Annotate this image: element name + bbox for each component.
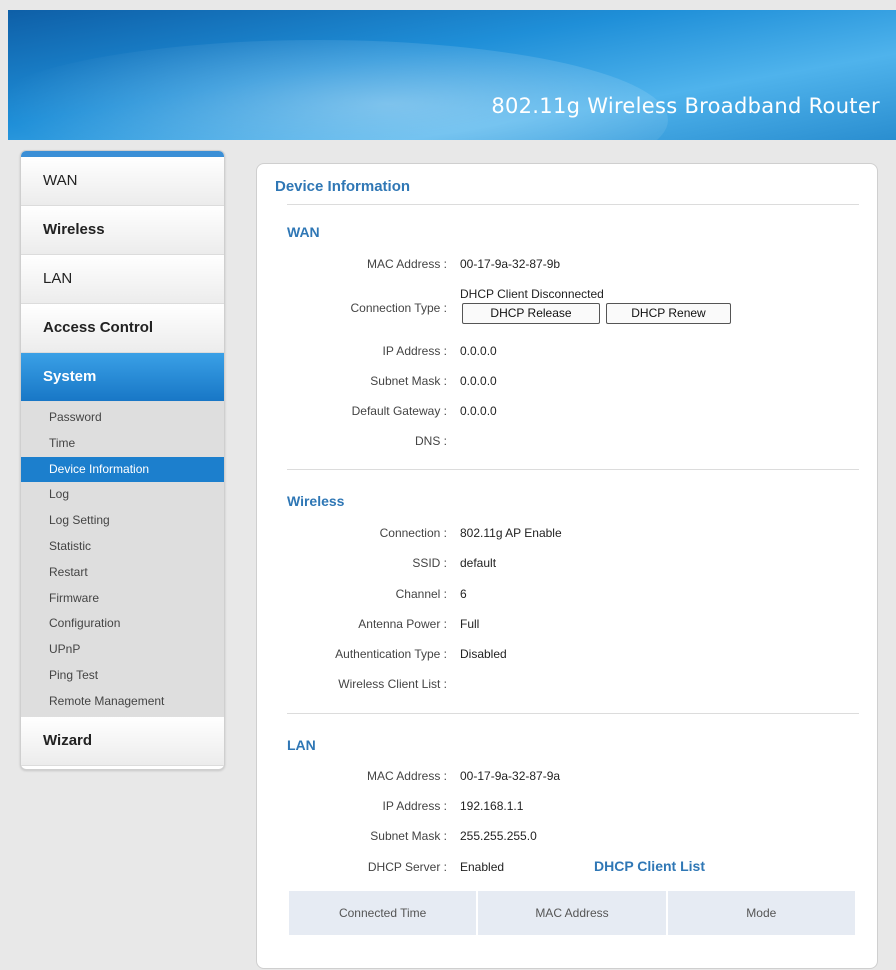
sidebar-item-wireless[interactable]: Wireless	[21, 206, 224, 255]
wireless-auth-type-value: Disabled	[460, 647, 507, 661]
submenu-statistic[interactable]: Statistic	[21, 534, 224, 560]
product-title: 802.11g Wireless Broadband Router	[491, 94, 880, 118]
table-header-mode: Mode	[746, 906, 777, 920]
sidebar-item-access-control[interactable]: Access Control	[21, 304, 224, 353]
wireless-ssid-value: default	[460, 556, 497, 570]
submenu-log-setting[interactable]: Log Setting	[21, 508, 224, 534]
sidebar-item-wizard[interactable]: Wizard	[21, 716, 224, 766]
title-divider	[287, 204, 859, 205]
submenu-restart[interactable]: Restart	[21, 560, 224, 586]
wan-ip-label: IP Address :	[382, 344, 447, 358]
sidebar-item-wan[interactable]: WAN	[21, 157, 224, 206]
wan-subnet-label: Subnet Mask :	[370, 374, 447, 388]
submenu-device-information[interactable]: Device Information	[21, 456, 224, 483]
wan-dns-label: DNS :	[414, 434, 447, 448]
wireless-divider	[287, 713, 859, 714]
wan-ip-value: 0.0.0.0	[460, 344, 497, 358]
wan-subnet-value: 0.0.0.0	[460, 374, 497, 388]
lan-subnet-label: Subnet Mask :	[370, 829, 447, 843]
submenu-upnp[interactable]: UPnP	[21, 637, 224, 663]
dhcp-client-list-link[interactable]: DHCP Client List	[594, 858, 705, 874]
lan-dhcp-server-label: DHCP Server :	[367, 860, 447, 874]
lan-section-title: LAN	[287, 737, 316, 753]
wireless-channel-label: Channel :	[395, 587, 447, 601]
submenu-log[interactable]: Log	[21, 482, 224, 508]
wireless-connection-label: Connection :	[379, 526, 447, 540]
wan-gateway-value: 0.0.0.0	[460, 404, 497, 418]
lan-dhcp-server-value: Enabled	[460, 860, 505, 874]
table-header-mac-address: MAC Address	[478, 891, 668, 935]
table-header-connected-time: Connected Time	[289, 891, 479, 935]
header-banner: 802.11g Wireless Broadband Router	[8, 10, 896, 140]
wireless-connection-value: 802.11g AP Enable	[460, 526, 562, 540]
dhcp-release-button[interactable]: DHCP Release	[462, 303, 600, 324]
lan-mac-value: 00-17-9a-32-87-9a	[460, 769, 561, 783]
wireless-antenna-power-label: Antenna Power :	[358, 617, 447, 631]
lan-ip-label: IP Address :	[382, 799, 447, 813]
wireless-ssid-label: SSID :	[412, 556, 447, 570]
lan-subnet-value: 255.255.255.0	[460, 829, 537, 843]
sidebar-item-lan[interactable]: LAN	[21, 255, 224, 304]
content-panel: Device Information WAN MAC Address : 00-…	[256, 163, 878, 969]
wireless-antenna-power-value: Full	[460, 617, 480, 631]
page-title: Device Information	[275, 178, 411, 195]
wan-section-title: WAN	[287, 224, 320, 240]
submenu-configuration[interactable]: Configuration	[21, 611, 224, 637]
submenu-firmware[interactable]: Firmware	[21, 586, 224, 612]
lan-mac-label: MAC Address :	[366, 769, 447, 783]
wan-mac-value: 00-17-9a-32-87-9b	[460, 257, 561, 271]
header-decoration	[8, 40, 668, 140]
submenu-remote-management[interactable]: Remote Management	[21, 689, 224, 715]
submenu-time[interactable]: Time	[21, 431, 224, 457]
sidebar-item-system[interactable]: System	[21, 353, 224, 402]
dhcp-renew-button[interactable]: DHCP Renew	[606, 303, 731, 324]
wireless-client-list-label: Wireless Client List :	[338, 677, 447, 691]
submenu-ping-test[interactable]: Ping Test	[21, 663, 224, 689]
dhcp-client-table: Connected Time MAC Address Mode	[289, 891, 855, 935]
sidebar-nav: WAN Wireless LAN Access Control System P…	[20, 150, 225, 770]
wireless-auth-type-label: Authentication Type :	[335, 647, 447, 661]
wan-divider	[287, 469, 859, 470]
system-submenu: Password Time Device Information Log Log…	[21, 402, 224, 717]
lan-ip-value: 192.168.1.1	[460, 799, 524, 813]
wireless-section-title: Wireless	[287, 493, 345, 509]
wan-connection-type-value: DHCP Client Disconnected	[460, 287, 604, 301]
wireless-channel-value: 6	[460, 587, 467, 601]
submenu-password[interactable]: Password	[21, 405, 224, 431]
wan-connection-type-label: Connection Type :	[350, 301, 447, 315]
wan-mac-label: MAC Address :	[366, 257, 447, 271]
wan-gateway-label: Default Gateway :	[351, 404, 447, 418]
